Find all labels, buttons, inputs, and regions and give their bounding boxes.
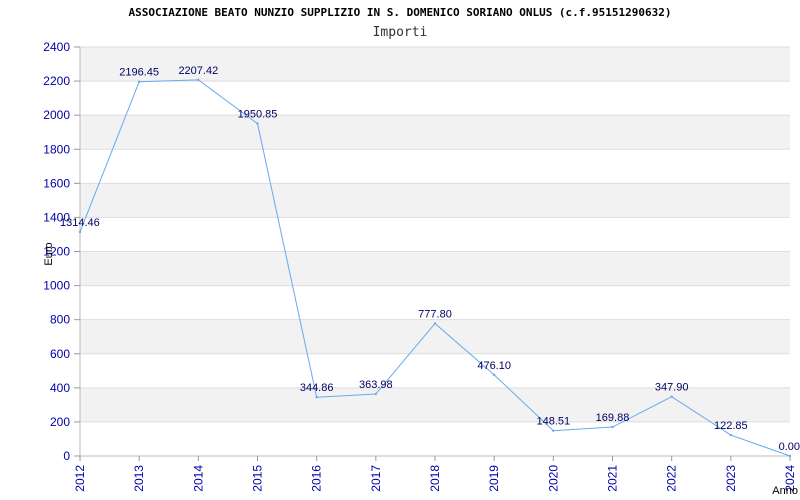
data-point	[611, 425, 614, 429]
data-label: 476.10	[477, 360, 511, 372]
x-tick-label: 2015	[251, 465, 265, 492]
y-tick-label: 600	[50, 347, 70, 361]
x-axis-ticks: 2012 2013 2014 2015 2016 2017 2018 2019 2020 2021…	[73, 456, 797, 492]
data-point	[433, 322, 437, 325]
data-point	[315, 396, 318, 399]
grid-band	[80, 115, 790, 150]
x-tick-label: 2019	[487, 465, 501, 492]
grid-band	[80, 251, 790, 286]
data-point	[729, 433, 733, 437]
y-axis-label: Euro	[43, 242, 55, 265]
line-chart: 0200400600800100012001400160018002000220…	[43, 40, 800, 497]
grid-bands	[80, 47, 790, 422]
x-tick-label: 2022	[665, 465, 679, 492]
x-tick-label: 2013	[132, 465, 146, 492]
x-tick-label: 2018	[428, 465, 442, 492]
x-tick-label: 2016	[310, 465, 324, 492]
data-point	[137, 80, 141, 83]
x-tick-label: 2012	[73, 465, 87, 492]
data-label: 122.85	[714, 420, 748, 432]
data-point	[374, 392, 378, 396]
data-label: 363.98	[359, 379, 393, 391]
data-label: 148.51	[537, 416, 571, 428]
data-label: 347.90	[655, 382, 689, 394]
data-label: 2196.45	[119, 67, 159, 79]
x-tick-label: 2014	[191, 465, 205, 492]
data-label: 1950.85	[238, 109, 278, 121]
data-point	[197, 78, 200, 82]
y-tick-label: 1000	[43, 279, 70, 293]
grid-band	[80, 319, 790, 354]
data-point	[552, 429, 555, 432]
data-label: 0.00	[779, 441, 800, 453]
y-tick-label: 1800	[43, 142, 70, 156]
y-tick-label: 2200	[43, 74, 70, 88]
data-point	[670, 395, 673, 398]
y-tick-label: 2000	[43, 108, 70, 122]
data-point	[78, 230, 82, 234]
y-tick-label: 800	[50, 313, 70, 327]
data-label: 169.88	[596, 412, 630, 424]
y-tick-label: 200	[50, 415, 70, 429]
data-point	[256, 122, 259, 125]
y-tick-label: 0	[63, 449, 70, 463]
grid-band	[80, 183, 790, 218]
data-label: 1314.46	[60, 217, 100, 229]
data-point	[492, 373, 496, 377]
x-tick-label: 2023	[724, 465, 738, 492]
y-tick-label: 1600	[43, 176, 70, 190]
x-axis-label: Anno	[772, 485, 798, 497]
data-point	[788, 454, 792, 458]
x-tick-label: 2017	[369, 465, 383, 492]
data-label: 2207.42	[178, 65, 218, 77]
y-tick-label: 400	[50, 381, 70, 395]
x-tick-label: 2021	[606, 465, 620, 492]
data-label: 777.80	[418, 308, 452, 320]
y-tick-label: 2400	[43, 40, 70, 54]
x-tick-label: 2020	[546, 465, 560, 492]
data-label: 344.86	[300, 382, 334, 394]
